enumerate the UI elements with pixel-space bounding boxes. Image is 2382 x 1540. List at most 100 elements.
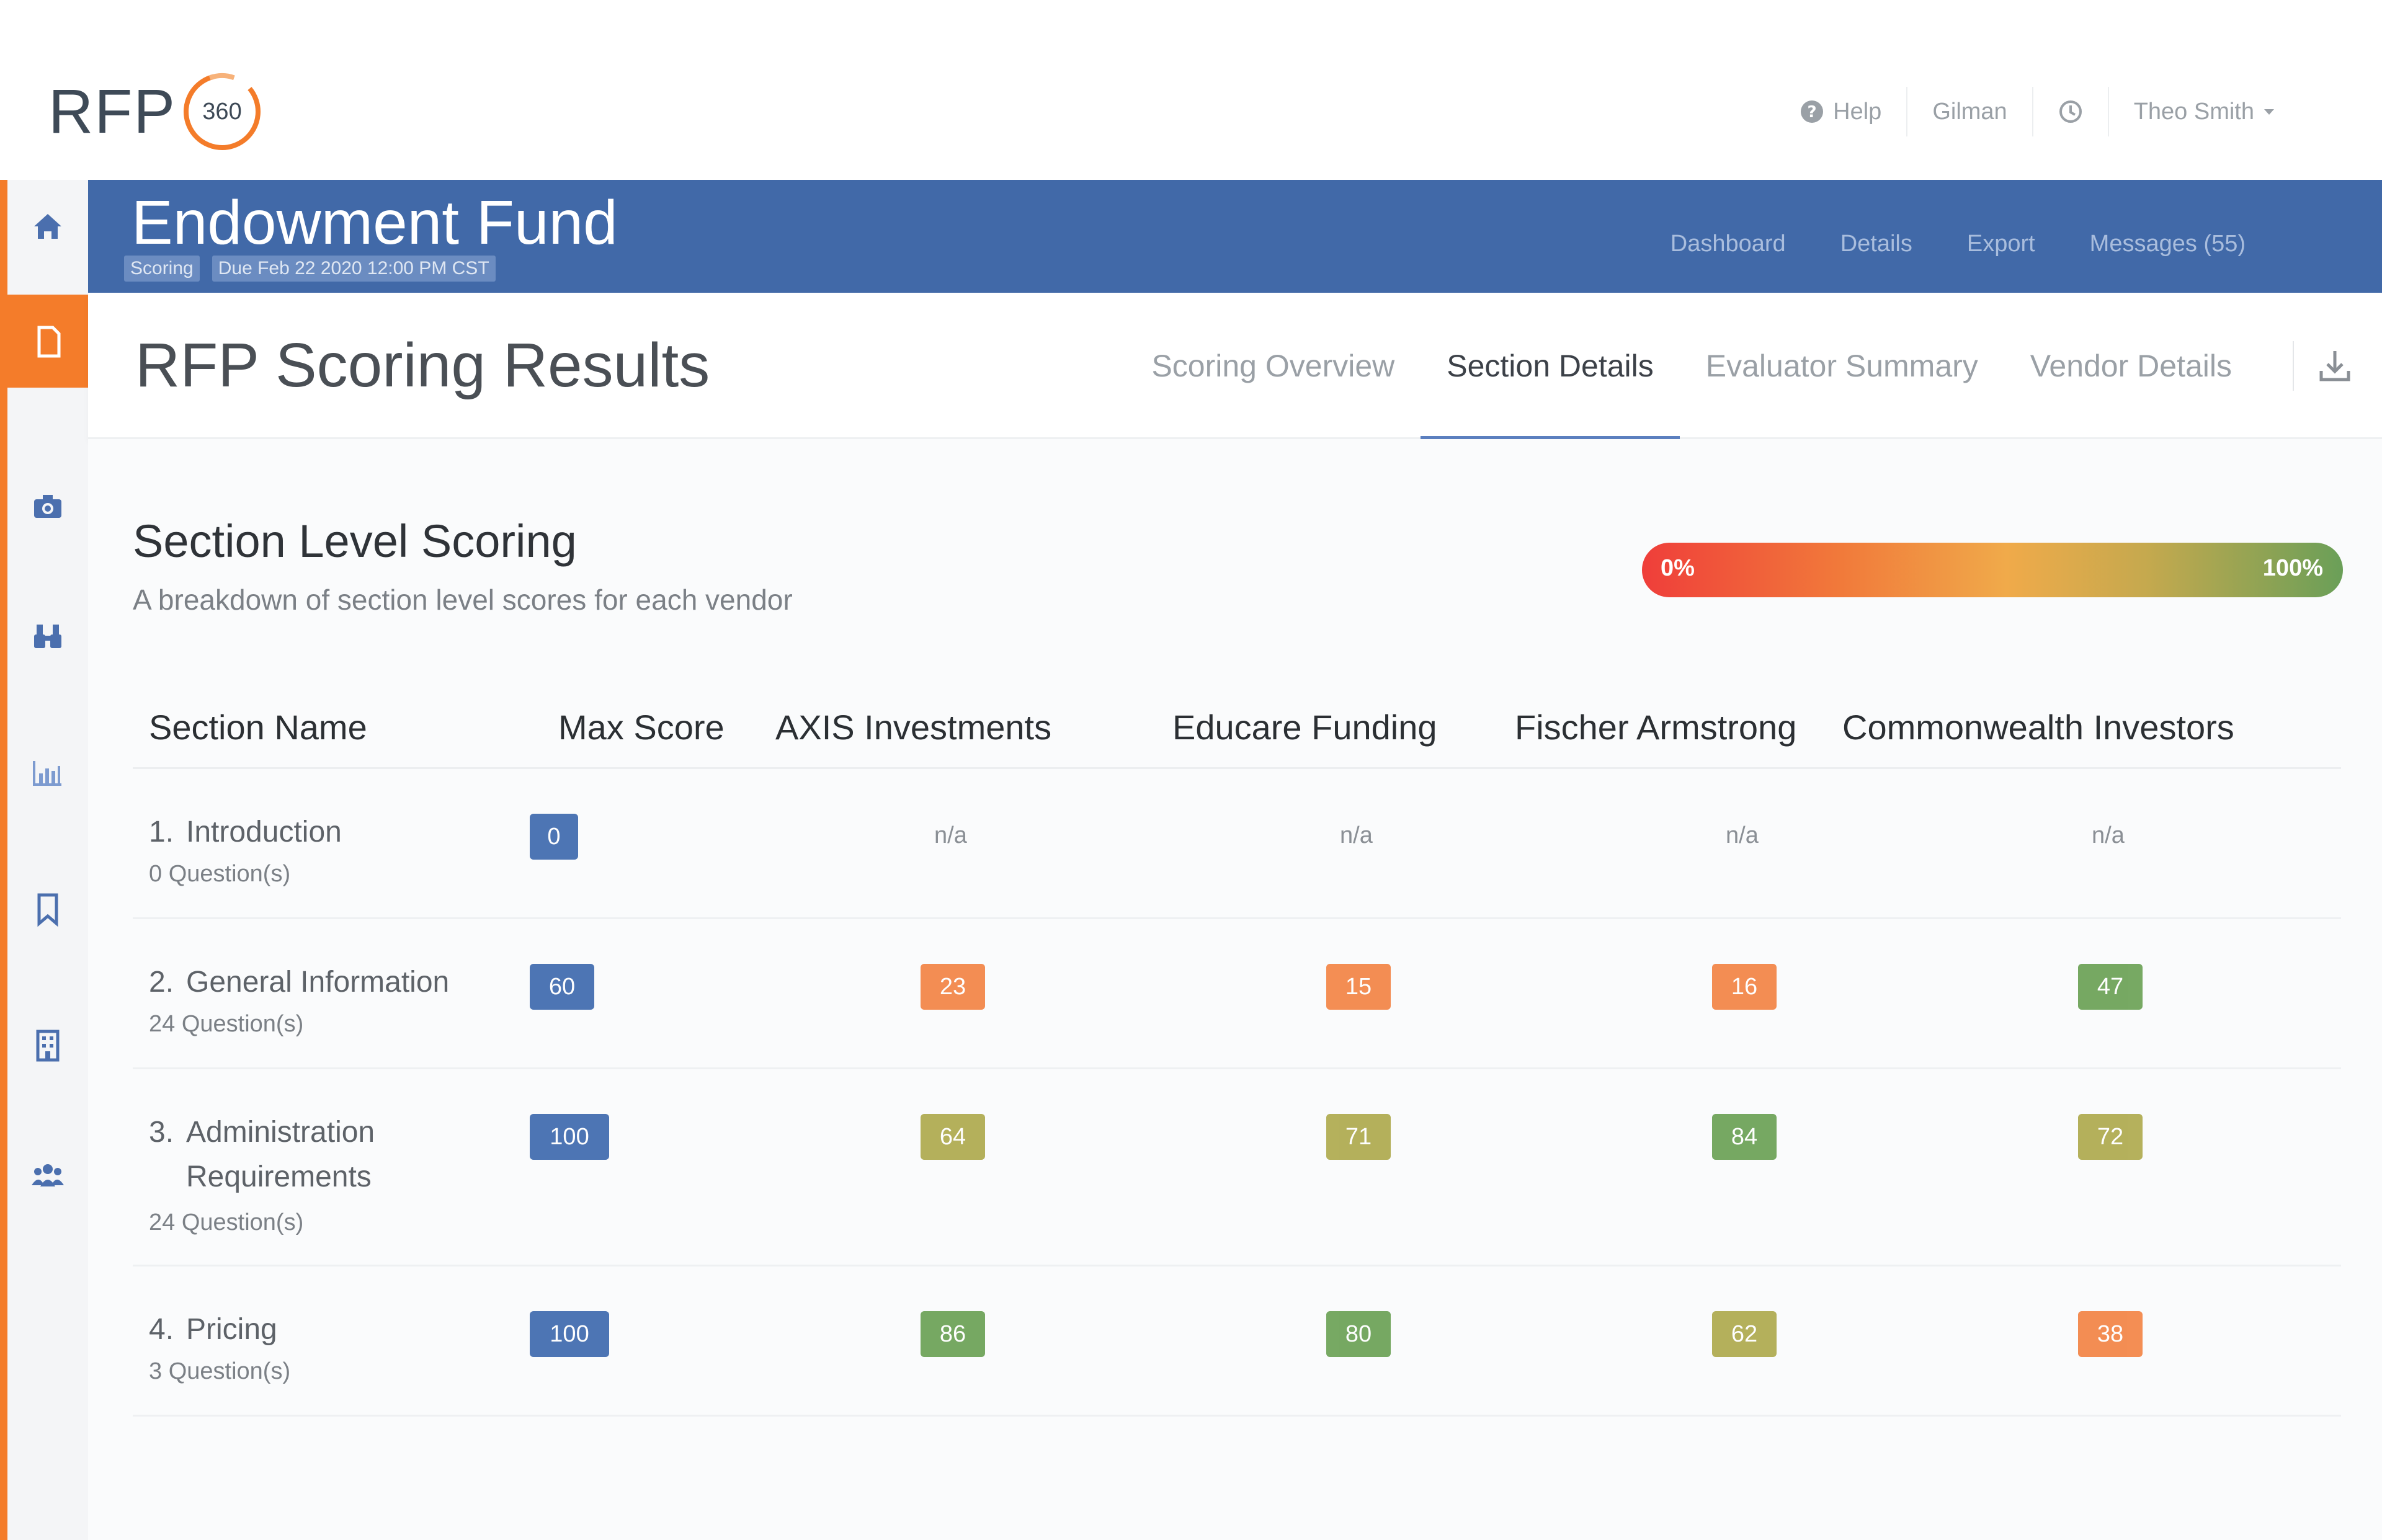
rfp-badges: Scoring Due Feb 22 2020 12:00 PM CST bbox=[124, 256, 508, 282]
section-name: 4. Pricing bbox=[149, 1307, 277, 1352]
binoculars-icon bbox=[34, 625, 61, 648]
table-row: 1. Introduction 0 Question(s) 0 n/a n/a n/a n/a bbox=[133, 769, 2341, 919]
section-scoring-table: Section Name Max Score AXIS Investments … bbox=[133, 687, 2341, 1417]
history-button[interactable] bbox=[2032, 87, 2108, 136]
vendor-3-score: 62 bbox=[1712, 1311, 1777, 1357]
section-subtitle: A breakdown of section level scores for … bbox=[133, 584, 793, 616]
main-content: Section Level Scoring A breakdown of sec… bbox=[88, 439, 2382, 1540]
vendor-3-score: 16 bbox=[1712, 964, 1777, 1010]
vendor-1-score-na: n/a bbox=[934, 822, 967, 848]
document-icon bbox=[37, 326, 61, 358]
tab-vendor-details[interactable]: Vendor Details bbox=[2004, 293, 2258, 439]
max-score-badge: 60 bbox=[530, 964, 594, 1010]
table-header: Section Name Max Score AXIS Investments … bbox=[133, 687, 2341, 769]
question-count: 24 Question(s) bbox=[149, 1011, 304, 1037]
score-scale-legend: 0% 100% bbox=[1642, 543, 2343, 597]
column-header-max-score: Max Score bbox=[558, 708, 725, 747]
question-count: 3 Question(s) bbox=[149, 1358, 291, 1384]
vendor-4-score: 72 bbox=[2078, 1114, 2143, 1160]
page-title-bar: RFP Scoring Results Scoring Overview Sec… bbox=[88, 293, 2382, 441]
section-name: 1. Introduction bbox=[149, 810, 342, 855]
tab-evaluator-summary[interactable]: Evaluator Summary bbox=[1680, 293, 2004, 439]
home-icon bbox=[34, 214, 61, 239]
vendor-3-score: 84 bbox=[1712, 1114, 1777, 1160]
vendor-2-score: 71 bbox=[1326, 1114, 1391, 1160]
download-icon bbox=[2319, 351, 2350, 381]
page-title: RFP Scoring Results bbox=[135, 331, 710, 400]
section-number: 1. bbox=[149, 816, 174, 848]
vendor-4-score-na: n/a bbox=[2092, 822, 2125, 848]
section-number: 3. bbox=[149, 1116, 174, 1149]
table-row: 3. Administration Requirements 24 Question(… bbox=[133, 1069, 2341, 1266]
sidebar-item-bookmarks[interactable] bbox=[0, 862, 96, 955]
vendor-1-score: 64 bbox=[921, 1114, 985, 1160]
results-tabs: Scoring Overview Section Details Evaluat… bbox=[1125, 293, 2258, 441]
table-body: 1. Introduction 0 Question(s) 0 n/a n/a n/a n/a… bbox=[133, 769, 2341, 1417]
left-sidebar bbox=[0, 180, 96, 1540]
sidebar-item-camera[interactable] bbox=[0, 459, 96, 552]
question-count: 24 Question(s) bbox=[149, 1209, 304, 1235]
section-name-text-cont: Requirements bbox=[186, 1160, 372, 1193]
vendor-3-score-na: n/a bbox=[1726, 822, 1759, 848]
rfp-header: Endowment Fund Scoring Due Feb 22 2020 1… bbox=[88, 180, 2382, 293]
help-link[interactable]: ? Help bbox=[1775, 87, 1906, 136]
section-name-text: Pricing bbox=[186, 1313, 277, 1346]
status-badge: Scoring bbox=[124, 256, 200, 282]
top-nav: ? Help Gilman Theo Smith bbox=[1775, 87, 2301, 136]
sidebar-item-reports[interactable] bbox=[0, 726, 96, 819]
max-score-badge: 100 bbox=[530, 1114, 609, 1160]
section-name: 3. Administration Requirements bbox=[149, 1110, 375, 1200]
tab-divider bbox=[2293, 341, 2294, 391]
section-name-text: Introduction bbox=[186, 816, 342, 848]
column-header-vendor-2: Educare Funding bbox=[1172, 708, 1437, 747]
download-button[interactable] bbox=[2310, 341, 2360, 391]
table-row: 4. Pricing 3 Question(s) 100 86 80 62 38 bbox=[133, 1266, 2341, 1417]
section-name-text: Administration bbox=[186, 1116, 375, 1149]
scale-max-label: 100% bbox=[2262, 555, 2323, 581]
column-header-vendor-4: Commonwealth Investors bbox=[1842, 708, 2234, 747]
section-name: 2. General Information bbox=[149, 960, 449, 1005]
column-header-vendor-1: AXIS Investments bbox=[775, 708, 1052, 747]
rfp-nav-export[interactable]: Export bbox=[1967, 231, 2035, 257]
section-number: 2. bbox=[149, 966, 174, 999]
sidebar-item-documents[interactable] bbox=[0, 295, 96, 388]
sidebar-item-organization[interactable] bbox=[0, 999, 96, 1092]
tab-section-details[interactable]: Section Details bbox=[1421, 293, 1680, 441]
logo-360-text: 360 bbox=[202, 98, 242, 125]
building-icon bbox=[36, 1030, 60, 1062]
column-header-vendor-3: Fischer Armstrong bbox=[1515, 708, 1797, 747]
rfp-nav: Dashboard Details Export Messages (55) bbox=[1616, 231, 2246, 257]
rfp360-logo[interactable]: RFP 360 bbox=[48, 68, 265, 155]
question-circle-icon: ? bbox=[1801, 100, 1824, 123]
table-row: 2. General Information 24 Question(s) 60 23 1… bbox=[133, 919, 2341, 1069]
rfp-nav-dashboard[interactable]: Dashboard bbox=[1671, 231, 1786, 257]
vendor-4-score: 47 bbox=[2078, 964, 2143, 1010]
help-label: Help bbox=[1833, 98, 1882, 125]
section-title: Section Level Scoring bbox=[133, 515, 577, 567]
svg-text:?: ? bbox=[1808, 103, 1817, 122]
sidebar-item-search[interactable] bbox=[0, 589, 96, 682]
vendor-1-score: 86 bbox=[921, 1311, 985, 1357]
sidebar-item-team[interactable] bbox=[0, 1129, 96, 1222]
tab-scoring-overview[interactable]: Scoring Overview bbox=[1125, 293, 1421, 439]
camera-icon bbox=[34, 495, 61, 518]
vendor-2-score: 80 bbox=[1326, 1311, 1391, 1357]
vendor-4-score: 38 bbox=[2078, 1311, 2143, 1357]
logo-ring-icon: 360 bbox=[179, 68, 265, 155]
sidebar-item-home[interactable] bbox=[0, 180, 96, 273]
due-date-badge: Due Feb 22 2020 12:00 PM CST bbox=[212, 256, 496, 282]
top-bar: RFP 360 ? Help Gilman Theo Smith bbox=[0, 0, 2382, 180]
user-menu[interactable]: Theo Smith bbox=[2107, 87, 2301, 136]
org-link[interactable]: Gilman bbox=[1906, 87, 2032, 136]
rfp-nav-details[interactable]: Details bbox=[1840, 231, 1912, 257]
user-name: Theo Smith bbox=[2133, 98, 2254, 125]
vendor-2-score-na: n/a bbox=[1340, 822, 1373, 848]
org-label: Gilman bbox=[1932, 98, 2007, 125]
rfp-title: Endowment Fund bbox=[132, 188, 618, 257]
scale-min-label: 0% bbox=[1661, 555, 1695, 581]
bar-chart-icon bbox=[33, 761, 61, 786]
rfp-nav-messages[interactable]: Messages (55) bbox=[2090, 231, 2246, 257]
section-name-text: General Information bbox=[186, 966, 450, 999]
vendor-1-score: 23 bbox=[921, 964, 985, 1010]
logo-text: RFP bbox=[48, 76, 176, 146]
